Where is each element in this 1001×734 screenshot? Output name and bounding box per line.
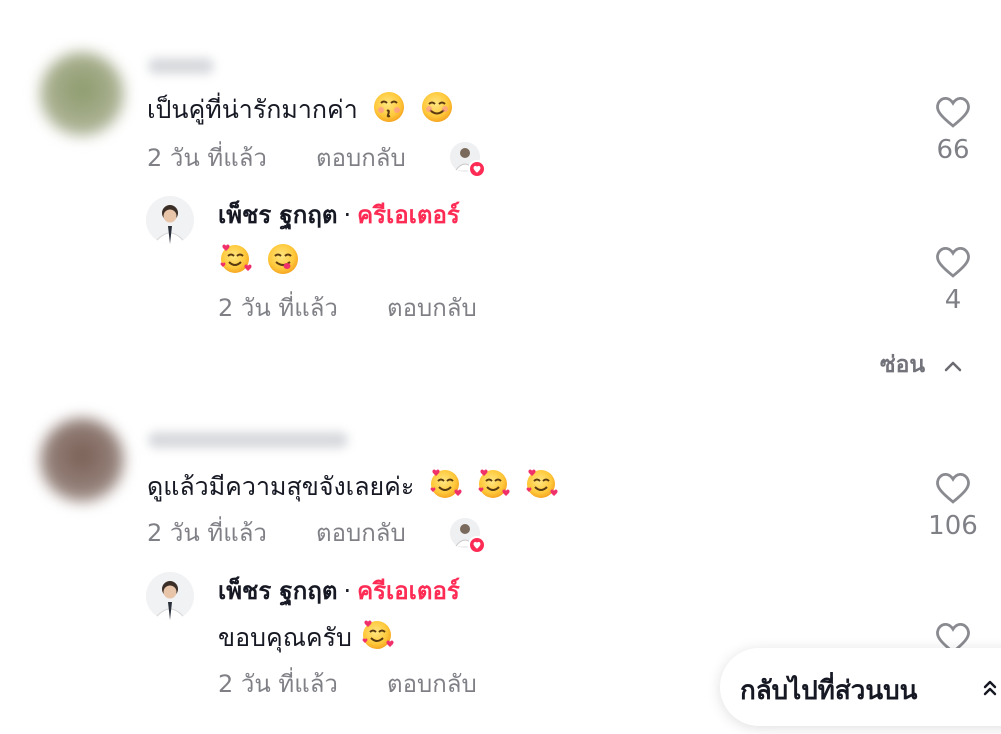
person-avatar-icon xyxy=(146,196,194,244)
like-button[interactable]: 106 xyxy=(923,471,983,543)
kissing-face-icon xyxy=(372,90,406,132)
heart-icon xyxy=(468,160,486,178)
heart-outline-icon xyxy=(936,97,970,128)
reply-button[interactable]: ตอบกลับ xyxy=(316,143,406,173)
comment-text: ดูแล้วมีความสุขจังเลยค่ะ xyxy=(147,472,415,501)
smiling-face-with-hearts-icon xyxy=(360,618,394,660)
comment-text: เป็นคู่ที่น่ารักมากค่า xyxy=(147,95,358,124)
reply-author-row: เพ็ชร ฐกฤต · ครีเอเตอร์ xyxy=(218,576,460,606)
creator-badge: ครีเอเตอร์ xyxy=(357,577,460,605)
comment-text-row: เป็นคู่ที่น่ารักมากค่า xyxy=(147,90,454,132)
avatar[interactable] xyxy=(40,52,124,136)
hide-replies-label: ซ่อน xyxy=(880,352,926,378)
comment-timestamp: 2 วัน ที่แล้ว xyxy=(147,519,267,547)
creator-liked-badge xyxy=(450,142,486,178)
like-button[interactable]: 66 xyxy=(923,95,983,167)
like-button[interactable]: 4 xyxy=(923,245,983,317)
separator: · xyxy=(343,201,352,229)
comment-timestamp: 2 วัน ที่แล้ว xyxy=(147,144,267,172)
separator: · xyxy=(343,577,352,605)
reply-author-name[interactable]: เพ็ชร ฐกฤต xyxy=(218,577,337,605)
reply-button[interactable]: ตอบกลับ xyxy=(387,669,477,699)
heart-outline-icon xyxy=(936,473,970,504)
like-count: 66 xyxy=(936,135,970,165)
comment-text-row: ดูแล้วมีความสุขจังเลยค่ะ xyxy=(147,467,558,509)
like-count: 4 xyxy=(944,285,962,315)
creator-avatar[interactable] xyxy=(146,572,194,620)
reply-timestamp: 2 วัน ที่แล้ว xyxy=(218,294,338,322)
comment-author-name[interactable] xyxy=(148,58,214,74)
reply-author-row: เพ็ชร ฐกฤต · ครีเอเตอร์ xyxy=(218,200,460,230)
reply-text-row: ขอบคุณครับ xyxy=(218,618,394,660)
chevron-up-icon xyxy=(943,351,963,381)
creator-badge: ครีเอเตอร์ xyxy=(357,201,460,229)
reply-author-name[interactable]: เพ็ชร ฐกฤต xyxy=(218,201,337,229)
smiling-face-with-hearts-icon xyxy=(476,467,510,509)
reply-button[interactable]: ตอบกลับ xyxy=(316,518,406,548)
creator-liked-badge xyxy=(450,518,486,554)
reply-timestamp: 2 วัน ที่แล้ว xyxy=(218,670,338,698)
avatar[interactable] xyxy=(40,418,124,502)
smiling-face-with-hearts-icon xyxy=(218,242,252,284)
back-to-top-label: กลับไปที่ส่วนบน xyxy=(740,676,918,706)
reply-text-row xyxy=(212,242,300,284)
comment-author-name[interactable] xyxy=(148,432,348,448)
smiling-face-icon xyxy=(420,90,454,132)
smiling-face-with-hearts-icon xyxy=(524,467,558,509)
face-savoring-food-icon xyxy=(266,242,300,284)
person-avatar-icon xyxy=(146,572,194,620)
heart-outline-icon xyxy=(936,247,970,278)
back-to-top-button[interactable]: กลับไปที่ส่วนบน xyxy=(720,648,1001,726)
hide-replies-button[interactable]: ซ่อน xyxy=(880,350,963,381)
reply-button[interactable]: ตอบกลับ xyxy=(387,293,477,323)
heart-icon xyxy=(468,536,486,554)
creator-avatar[interactable] xyxy=(146,196,194,244)
reply-text: ขอบคุณครับ xyxy=(218,623,352,652)
like-count: 106 xyxy=(928,511,978,541)
double-chevron-up-icon xyxy=(982,677,998,707)
smiling-face-with-hearts-icon xyxy=(428,467,462,509)
